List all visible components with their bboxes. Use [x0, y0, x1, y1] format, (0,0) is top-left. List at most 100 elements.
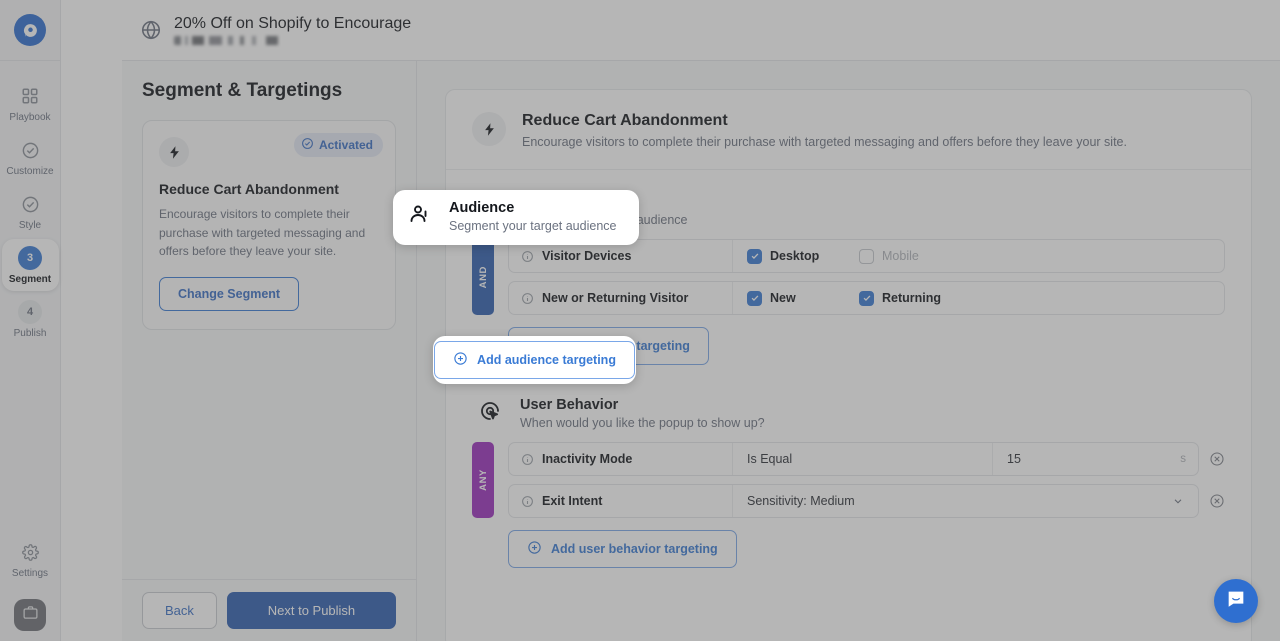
step-number-badge: 3	[18, 246, 42, 270]
rule-label-text: Inactivity Mode	[542, 452, 633, 466]
sensitivity-value: Sensitivity: Medium	[747, 494, 855, 508]
user-behavior-section-header: User Behavior When would you like the po…	[472, 389, 1225, 442]
sensitivity-select-exit-intent[interactable]: Sensitivity: Medium	[733, 485, 1198, 517]
unit-label: s	[1180, 453, 1186, 465]
audience-rule-group: AND Visitor Devices Desktop Mobile New o…	[472, 239, 1225, 315]
card-header: Reduce Cart Abandonment Encourage visito…	[446, 90, 1251, 170]
conjunction-and[interactable]: AND	[472, 239, 494, 315]
top-bar-text: 20% Off on Shopify to Encourage	[174, 15, 411, 45]
info-icon[interactable]	[521, 495, 534, 508]
grid-icon	[18, 84, 42, 108]
segment-card-title: Reduce Cart Abandonment	[159, 181, 339, 197]
card-subtitle: Encourage visitors to complete their pur…	[522, 135, 1127, 149]
checkbox-mobile[interactable]: Mobile	[859, 248, 971, 264]
sidebar-item-label: Playbook	[9, 112, 51, 123]
rule-body: Desktop Mobile	[733, 240, 1224, 272]
left-icon-rail: Playbook Customize Style 3 Segment 4 Pub…	[0, 0, 61, 641]
sidebar-item-customize[interactable]: Customize	[2, 131, 59, 183]
rail-bottom: Settings	[0, 533, 60, 641]
user-behavior-rule-group: ANY Inactivity Mode Is Equal 15 s Exit I…	[472, 442, 1225, 518]
spotlight-add-audience-targeting: Add audience targeting	[433, 336, 636, 384]
back-button[interactable]: Back	[142, 592, 217, 629]
segment-summary-card: Activated Reduce Cart Abandonment Encour…	[142, 120, 396, 330]
checkbox-new[interactable]: New	[747, 290, 859, 306]
sidebar-item-segment[interactable]: 3 Segment	[1, 239, 59, 291]
rule-wrapper: Inactivity Mode Is Equal 15 s	[508, 442, 1225, 476]
checkbox-desktop[interactable]: Desktop	[747, 248, 859, 264]
rule-label: Exit Intent	[509, 485, 733, 517]
check-circle-icon	[301, 137, 314, 153]
checkbox-returning[interactable]: Returning	[859, 290, 971, 306]
step-number: 4	[18, 300, 42, 324]
rule-label: Inactivity Mode	[509, 443, 733, 475]
content-area: Segment & Targetings Activated Reduce Ca…	[122, 61, 1280, 641]
value-field-inactivity[interactable]: 15 s	[993, 443, 1198, 475]
people-icon	[407, 202, 431, 226]
chat-bubble-button[interactable]	[1214, 579, 1258, 623]
audience-title: Audience	[449, 200, 515, 216]
audience-header-highlight: Audience Segment your target audience	[393, 200, 639, 233]
rule-label-text: New or Returning Visitor	[542, 291, 689, 305]
operator-select-inactivity[interactable]: Is Equal	[733, 443, 993, 475]
chevron-down-icon	[1172, 495, 1184, 507]
cursor-target-icon	[478, 399, 502, 423]
top-bar: 20% Off on Shopify to Encourage	[122, 0, 1280, 61]
sidebar-item-playbook[interactable]: Playbook	[2, 77, 59, 129]
conjunction-any[interactable]: ANY	[472, 442, 494, 518]
sidebar-item-publish[interactable]: 4 Publish	[2, 293, 59, 345]
briefcase-button[interactable]	[14, 599, 46, 631]
rail-nav: Playbook Customize Style 3 Segment 4 Pub…	[0, 61, 60, 347]
info-icon[interactable]	[521, 292, 534, 305]
info-icon[interactable]	[521, 453, 534, 466]
sidebar-item-label: Customize	[6, 166, 54, 177]
check-circle-icon	[18, 138, 42, 162]
add-user-behavior-targeting-label: Add user behavior targeting	[551, 542, 718, 556]
remove-circle-icon[interactable]	[1209, 493, 1225, 509]
rule-row-new-returning-visitor: New or Returning Visitor New Returning	[508, 281, 1225, 315]
sidebar-item-settings[interactable]: Settings	[2, 533, 59, 585]
conjunction-label: AND	[477, 265, 489, 289]
panel-footer: Back Next to Publish	[122, 579, 416, 641]
app-logo-icon	[14, 14, 46, 46]
checkbox-label: Desktop	[770, 249, 820, 263]
user-behavior-subtitle: When would you like the popup to show up…	[520, 416, 765, 430]
add-audience-targeting-button[interactable]: Add audience targeting	[434, 341, 635, 379]
rule-label-text: Exit Intent	[542, 494, 603, 508]
app-logo[interactable]	[0, 0, 60, 61]
sidebar-item-label: Style	[18, 220, 42, 231]
rule-body: New Returning	[733, 282, 1224, 314]
page-campaign-title: 20% Off on Shopify to Encourage	[174, 15, 412, 33]
rule-wrapper: Exit Intent Sensitivity: Medium	[508, 484, 1225, 518]
sidebar-item-label: Publish	[13, 328, 47, 339]
gear-icon	[18, 540, 42, 564]
audience-subtitle: Segment your target audience	[449, 219, 617, 233]
rule-row-exit-intent: Exit Intent Sensitivity: Medium	[508, 484, 1199, 518]
change-segment-button[interactable]: Change Segment	[159, 276, 300, 311]
add-user-behavior-targeting-button[interactable]: Add user behavior targeting	[508, 530, 737, 568]
checkbox-box	[859, 248, 874, 264]
checkbox-label: New	[770, 291, 796, 305]
info-icon[interactable]	[521, 250, 534, 263]
user-behavior-rules: Inactivity Mode Is Equal 15 s Exit Inten…	[508, 442, 1225, 518]
plus-circle-icon	[527, 540, 542, 558]
sidebar-item-label: Segment	[8, 274, 52, 285]
checkbox-box	[859, 290, 874, 306]
briefcase-icon	[22, 604, 39, 626]
redacted-subtitle	[174, 35, 334, 45]
user-behavior-title: User Behavior	[520, 397, 619, 413]
sidebar-item-style[interactable]: Style	[2, 185, 59, 237]
user-behavior-add-row: Add user behavior targeting	[472, 518, 1225, 570]
value-text: 15	[1007, 452, 1021, 466]
checkbox-box	[747, 290, 762, 306]
audience-rules: Visitor Devices Desktop Mobile New or Re…	[508, 239, 1225, 315]
segment-card-description: Encourage visitors to complete their pur…	[159, 207, 366, 259]
checkbox-label: Mobile	[882, 249, 919, 263]
card-title: Reduce Cart Abandonment	[522, 112, 728, 129]
remove-circle-icon[interactable]	[1209, 451, 1225, 467]
next-to-publish-button[interactable]: Next to Publish	[226, 592, 396, 629]
chat-bubble-icon	[1225, 588, 1247, 615]
rule-label: New or Returning Visitor	[509, 282, 733, 314]
add-audience-targeting-label: Add audience targeting	[477, 353, 616, 367]
bolt-icon	[159, 137, 189, 167]
page-title: Segment & Targetings	[142, 80, 343, 101]
